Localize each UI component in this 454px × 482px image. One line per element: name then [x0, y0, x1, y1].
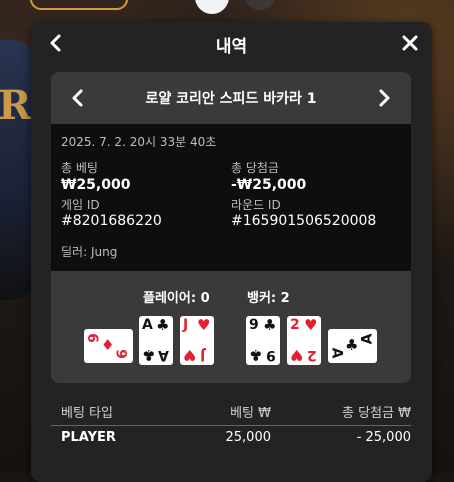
round-info: 2025. 7. 2. 20시 33분 40초 총 베팅 ₩25,000 총 당…	[51, 124, 411, 271]
card-rank: 6	[116, 349, 130, 359]
total-win-value: -₩25,000	[231, 177, 306, 193]
next-round-button[interactable]	[375, 86, 395, 110]
column-header-win: 총 당첨금 ₩	[342, 402, 411, 421]
chevron-right-icon	[378, 88, 392, 108]
column-header-bet: 베팅 ₩	[230, 402, 271, 421]
heart-suit-icon: ♥	[304, 318, 317, 333]
card-rank: 9	[249, 318, 259, 332]
row-bet-amount: 25,000	[226, 430, 272, 445]
background-pill-button	[30, 0, 128, 10]
background-logo-letter: R	[0, 82, 34, 129]
game-id-value: #8201686220	[61, 213, 162, 229]
card-rank: A	[142, 318, 153, 332]
club-suit-icon: ♣	[345, 338, 358, 353]
round-detail-panel: 로얄 코리안 스피드 바카라 1 2025. 7. 2. 20시 33분 40초…	[51, 72, 411, 383]
game-id-label: 게임 ID	[61, 196, 100, 213]
total-win-label: 총 당첨금	[231, 159, 279, 176]
background-circle	[245, 0, 275, 10]
modal-header: 내역	[31, 22, 432, 64]
banker-card: 2 ♥ ♥ 2	[287, 316, 321, 365]
column-header-bet-type: 베팅 타입	[61, 402, 113, 421]
round-datetime: 2025. 7. 2. 20시 33분 40초	[61, 133, 216, 150]
diamond-suit-icon: ♦	[101, 338, 114, 353]
history-modal: 내역 로얄 코리안 스피드 바카라 1 2025. 7. 2. 20시 3	[31, 22, 432, 482]
row-win-amount: - 25,000	[357, 430, 411, 445]
close-icon	[401, 34, 419, 52]
card-rank: J	[183, 318, 188, 332]
card-rank: A	[329, 348, 343, 359]
close-button[interactable]	[398, 30, 422, 56]
club-suit-icon: ♣	[263, 318, 276, 333]
total-bet-label: 총 베팅	[61, 159, 98, 176]
banker-card: 9 ♣ ♣ 9	[246, 316, 280, 365]
round-id-value: #165901506520008	[231, 213, 376, 229]
game-selector: 로얄 코리안 스피드 바카라 1	[51, 72, 411, 124]
card-rank: 6	[85, 333, 99, 343]
banker-card: A ♣ A	[328, 329, 377, 363]
card-rank: 2	[290, 318, 300, 332]
modal-title: 내역	[31, 32, 432, 57]
round-id-label: 라운드 ID	[231, 196, 281, 213]
player-score: 플레이어: 0	[143, 287, 210, 306]
card-rank: J	[200, 348, 205, 362]
dealer-name: 딜러: Jung	[61, 243, 117, 260]
heart-suit-icon: ♥	[183, 347, 196, 362]
player-card: A ♣ ♣ A	[139, 316, 173, 365]
club-suit-icon: ♣	[142, 347, 155, 362]
player-card: 6 ♦ 6	[84, 329, 133, 363]
banker-score: 뱅커: 2	[247, 287, 290, 306]
club-suit-icon: ♣	[156, 318, 169, 333]
card-rank: A	[360, 334, 374, 345]
card-rank: 9	[266, 348, 276, 362]
club-suit-icon: ♣	[249, 347, 262, 362]
card-rank: 2	[307, 348, 317, 362]
total-bet-value: ₩25,000	[61, 177, 130, 193]
background-circle	[195, 0, 229, 14]
heart-suit-icon: ♥	[290, 347, 303, 362]
heart-suit-icon: ♥	[197, 318, 210, 333]
card-rank: A	[158, 348, 169, 362]
game-title: 로얄 코리안 스피드 바카라 1	[51, 88, 411, 108]
player-card: J ♥ ♥ J	[180, 316, 214, 365]
card-result: 플레이어: 0 뱅커: 2 6 ♦ 6 A ♣ ♣ A J ♥ ♥ J	[51, 271, 411, 383]
row-bet-type: PLAYER	[61, 430, 116, 445]
table-divider	[51, 425, 411, 426]
